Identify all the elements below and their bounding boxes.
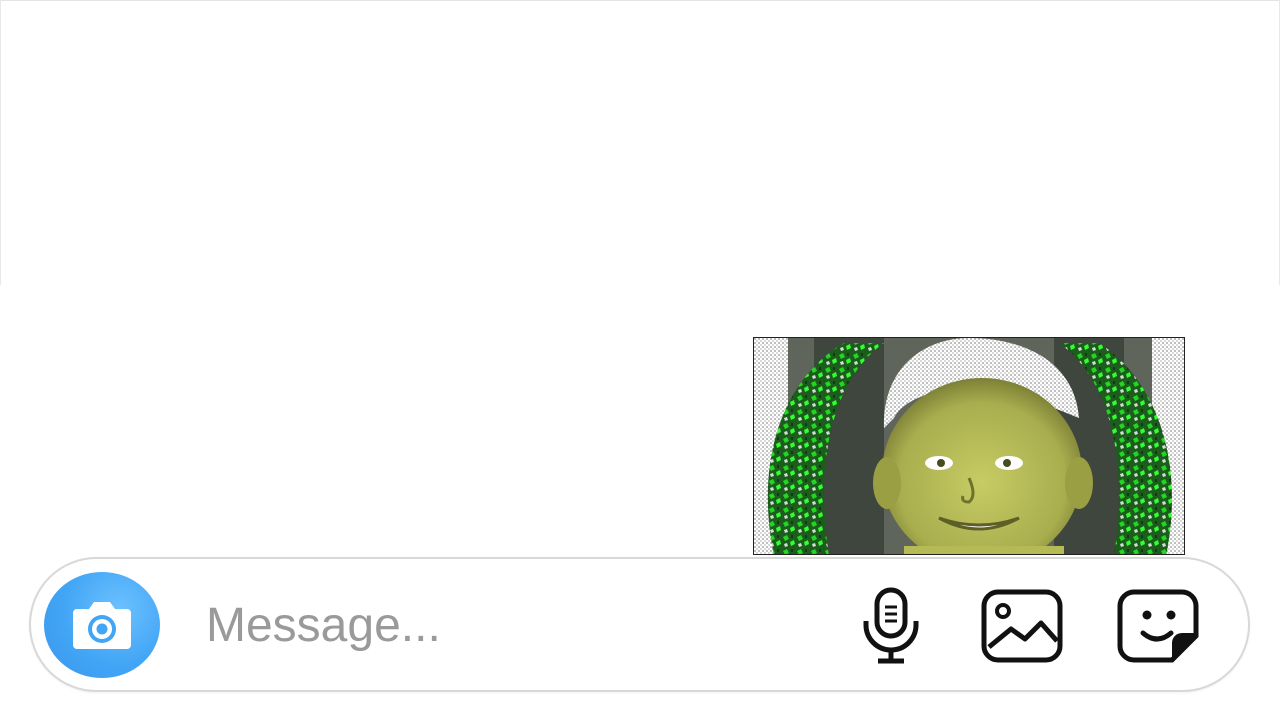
photo-message[interactable]: [753, 337, 1185, 555]
sticker-icon: [1117, 589, 1199, 663]
gallery-button[interactable]: [979, 587, 1065, 665]
left-divider: [0, 0, 1, 285]
top-divider: [0, 0, 1280, 1]
voice-message-button[interactable]: [858, 585, 924, 667]
photo-image: [754, 338, 1184, 554]
message-input[interactable]: [200, 592, 832, 658]
sticker-button[interactable]: [1115, 587, 1201, 665]
microphone-icon: [863, 587, 919, 664]
chat-screen: [0, 0, 1280, 720]
gallery-icon: [981, 589, 1063, 663]
camera-button[interactable]: [44, 572, 160, 678]
camera-icon: [73, 602, 131, 649]
